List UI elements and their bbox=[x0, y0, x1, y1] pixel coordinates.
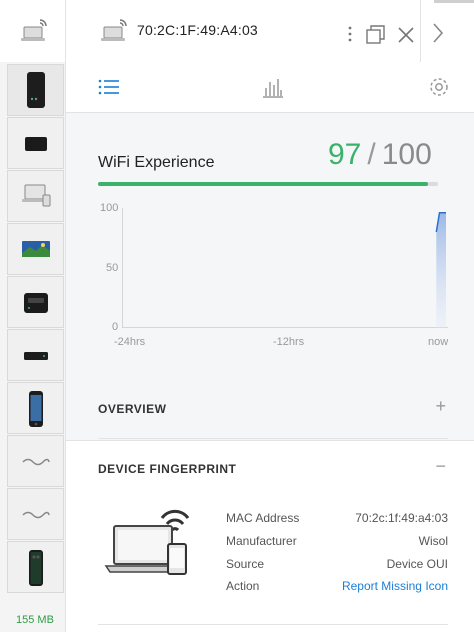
fp-val-mac: 70:2c:1f:49:a4:03 bbox=[355, 511, 448, 525]
window-title: 70:2C:1F:49:A4:03 bbox=[137, 22, 258, 38]
wifi-score-max: 100 bbox=[381, 138, 432, 171]
black-box-device-icon bbox=[24, 293, 48, 313]
panel-tabs bbox=[66, 62, 474, 113]
wifi-score-bar-fill bbox=[98, 182, 428, 186]
header-device-cell bbox=[0, 0, 66, 62]
fp-key-action: Action bbox=[226, 579, 260, 593]
sidebar-item-5[interactable] bbox=[7, 276, 64, 328]
overview-row[interactable]: OVERVIEW + bbox=[98, 380, 448, 439]
report-missing-icon-link[interactable]: Report Missing Icon bbox=[342, 579, 448, 593]
y-tick-0: 0 bbox=[112, 321, 119, 333]
collapse-icon[interactable]: − bbox=[435, 456, 446, 477]
chevron-right-icon bbox=[433, 23, 444, 43]
y-tick-100: 100 bbox=[100, 202, 119, 214]
gear-icon[interactable] bbox=[428, 76, 450, 98]
small-black-device-icon bbox=[25, 137, 47, 151]
device-sidebar bbox=[0, 62, 66, 632]
sidebar-item-2[interactable] bbox=[7, 117, 64, 169]
expand-icon[interactable]: + bbox=[435, 396, 446, 417]
close-icon[interactable] bbox=[398, 27, 414, 43]
wave-icon bbox=[22, 511, 50, 519]
stats-icon[interactable] bbox=[262, 76, 284, 98]
sidebar-item-7[interactable] bbox=[7, 382, 64, 434]
wifi-score: 97/100 bbox=[328, 138, 432, 172]
dark-smartphone-icon bbox=[29, 550, 43, 586]
device-type-icon bbox=[101, 19, 127, 41]
sidebar-item-10[interactable] bbox=[7, 541, 64, 593]
memory-usage: 155 MB bbox=[16, 614, 54, 626]
chart-area bbox=[436, 212, 446, 328]
sidebar-item-1[interactable] bbox=[7, 64, 64, 116]
x-tick-start: -24hrs bbox=[114, 336, 146, 348]
x-tick-mid: -12hrs bbox=[273, 336, 305, 348]
wifi-experience-title: WiFi Experience bbox=[98, 154, 215, 171]
sidebar-item-6[interactable] bbox=[7, 329, 64, 381]
fingerprint-row[interactable]: DEVICE FINGERPRINT − bbox=[98, 440, 448, 498]
wave-icon bbox=[22, 458, 50, 466]
wifi-laptop-icon bbox=[21, 19, 47, 41]
y-tick-50: 50 bbox=[106, 262, 119, 274]
fp-key-source: Source bbox=[226, 557, 265, 571]
black-flat-device-icon bbox=[24, 352, 48, 360]
overview-label: OVERVIEW bbox=[98, 402, 167, 416]
laptop-phone-wifi-icon bbox=[104, 509, 190, 575]
popout-icon[interactable] bbox=[366, 25, 386, 45]
smartphone-icon bbox=[29, 391, 43, 427]
fp-key-manufacturer: Manufacturer bbox=[226, 534, 297, 548]
wifi-score-value: 97 bbox=[328, 138, 362, 171]
section-divider bbox=[98, 624, 448, 625]
more-options-icon[interactable] bbox=[346, 25, 354, 43]
laptop-icon bbox=[22, 184, 51, 207]
black-tower-device-icon bbox=[27, 72, 45, 108]
landscape-photo-device-icon bbox=[22, 241, 50, 257]
wifi-experience-chart bbox=[122, 208, 448, 328]
fingerprint-label: DEVICE FINGERPRINT bbox=[98, 462, 237, 476]
fp-val-source: Device OUI bbox=[386, 557, 448, 571]
sidebar-item-8[interactable] bbox=[7, 435, 64, 487]
fp-key-mac: MAC Address bbox=[226, 511, 300, 525]
wifi-score-bar bbox=[98, 182, 438, 186]
sidebar-item-9[interactable] bbox=[7, 488, 64, 540]
sidebar-item-4[interactable] bbox=[7, 223, 64, 275]
x-tick-end: now bbox=[428, 336, 449, 348]
next-panel-button[interactable] bbox=[420, 0, 474, 62]
window-header: 70:2C:1F:49:A4:03 bbox=[0, 0, 474, 63]
wifi-score-separator: / bbox=[367, 138, 376, 171]
list-icon[interactable] bbox=[98, 78, 120, 96]
sidebar-item-3[interactable] bbox=[7, 170, 64, 222]
fp-val-manufacturer: Wisol bbox=[418, 534, 448, 548]
